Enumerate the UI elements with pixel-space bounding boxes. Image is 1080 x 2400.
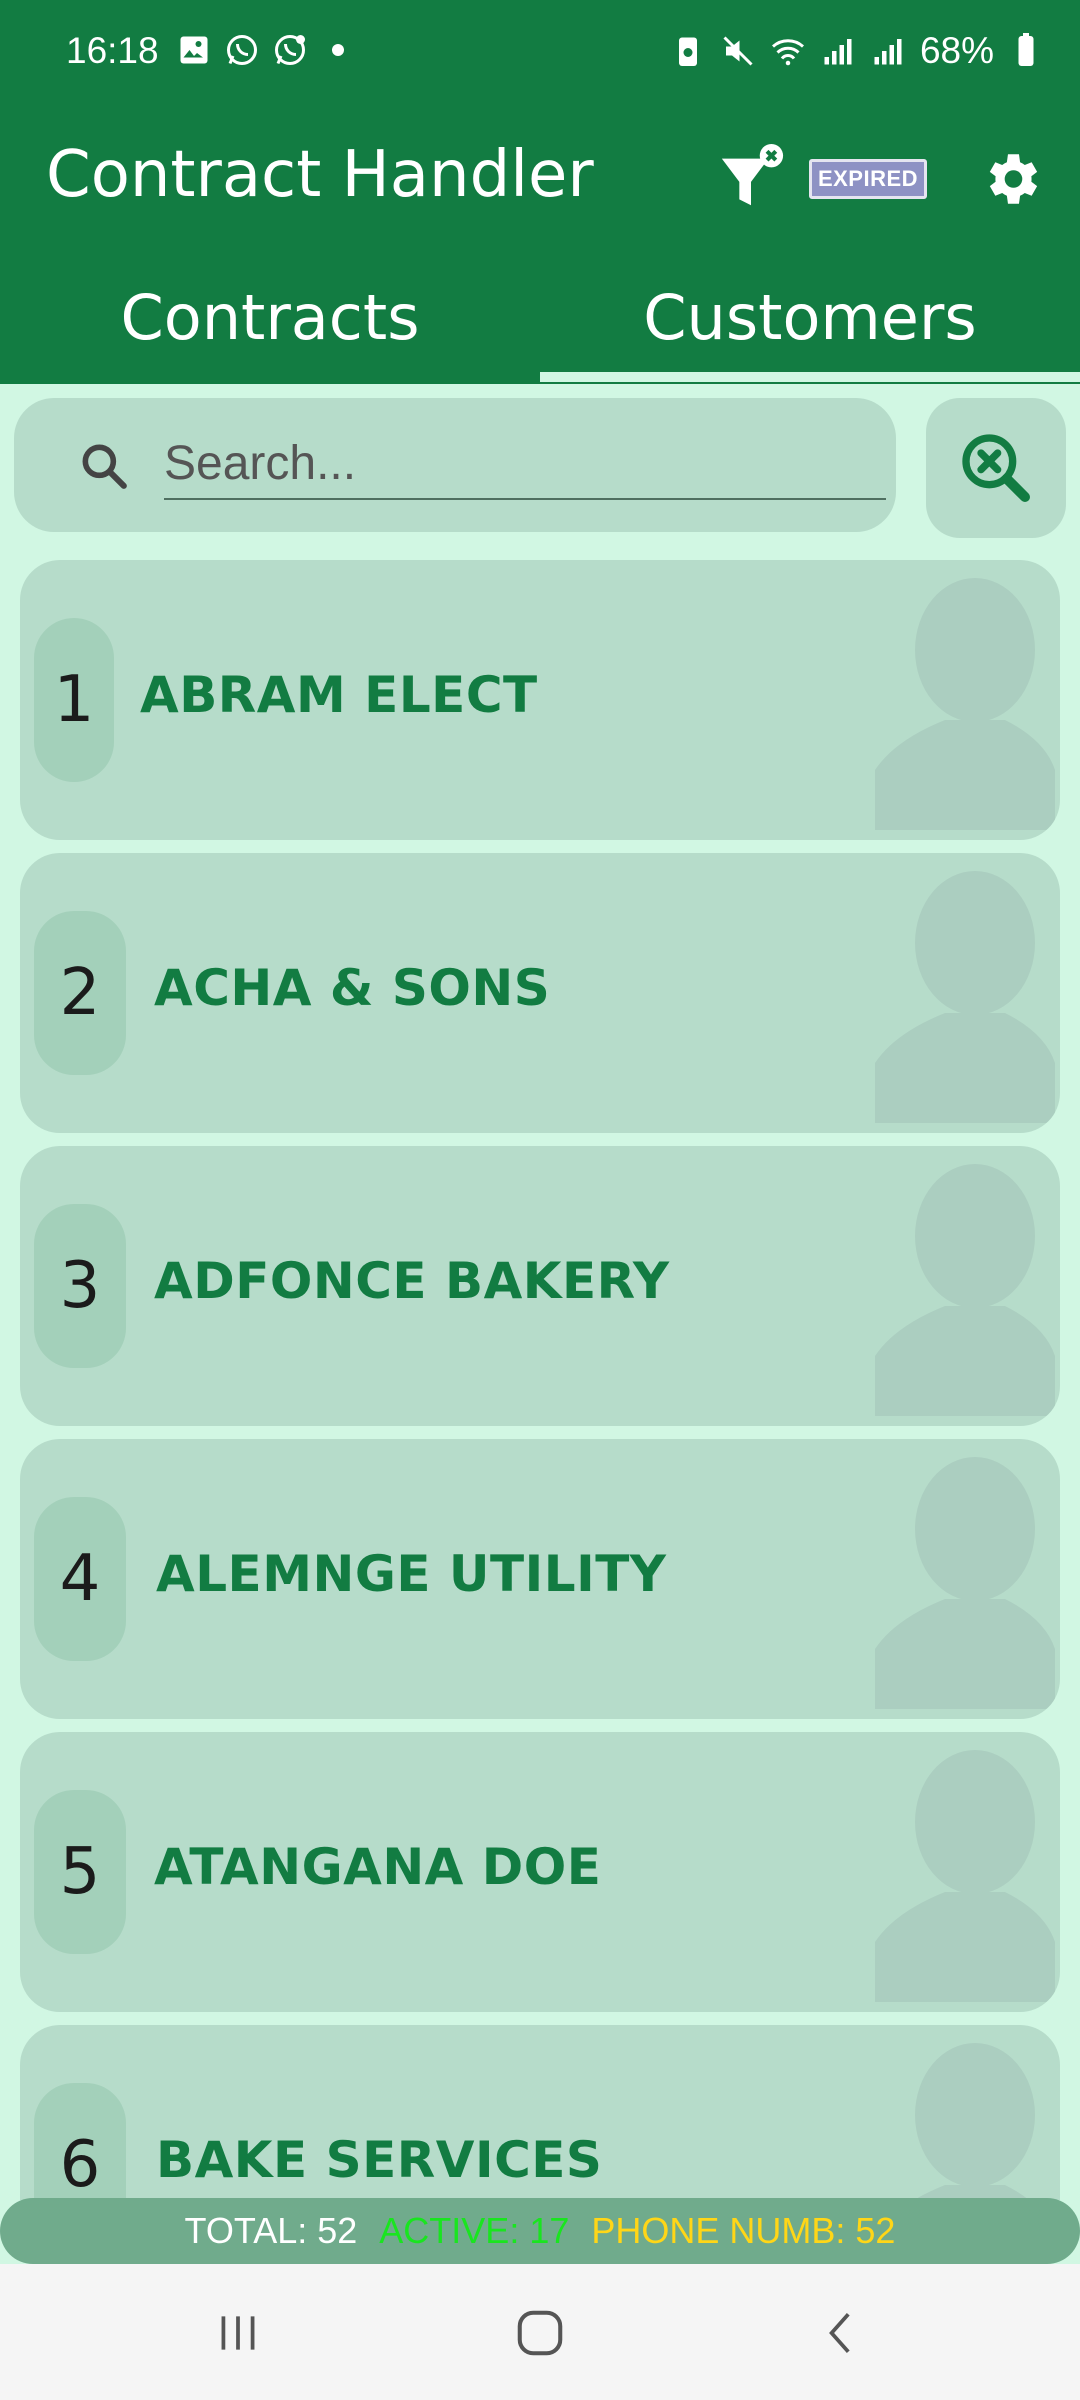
active-count: ACTIVE: 17: [379, 2210, 570, 2251]
app-title: Contract Handler: [46, 138, 594, 212]
home-button[interactable]: [500, 2298, 580, 2368]
customer-card[interactable]: 1 ABRAM ELECT: [20, 560, 1060, 840]
customer-number: 5: [34, 1790, 126, 1954]
whatsapp-business-icon: [275, 35, 305, 65]
customer-card[interactable]: 3 ADFONCE BAKERY: [20, 1146, 1060, 1426]
phone-count: PHONE NUMB: 52: [591, 2210, 896, 2251]
customer-number: 6: [34, 2083, 126, 2200]
customer-number: 3: [34, 1204, 126, 1368]
settings-button[interactable]: [966, 134, 1056, 224]
system-nav-bar: [0, 2264, 1080, 2400]
customer-list: 1 ABRAM ELECT 2 ACHA & SONS 3 ADFONCE BA…: [0, 560, 1080, 2200]
status-time: 16:18: [66, 30, 159, 71]
customer-number: 2: [34, 911, 126, 1075]
customer-name: ATANGANA DOE: [154, 1838, 602, 1896]
expired-badge: EXPIRED: [808, 159, 928, 199]
gallery-icon: [180, 36, 208, 64]
customer-card[interactable]: 4 ALEMNGE UTILITY: [20, 1439, 1060, 1719]
customer-number: 1: [34, 618, 114, 782]
recents-button[interactable]: [198, 2298, 278, 2368]
search-clear-icon: [962, 434, 1030, 502]
avatar-placeholder-icon: [875, 1457, 1055, 1709]
customer-card[interactable]: 5 ATANGANA DOE: [20, 1732, 1060, 2012]
whatsapp-icon: [227, 35, 257, 65]
clear-search-button[interactable]: [926, 398, 1066, 538]
signal-2-icon: [874, 39, 902, 65]
filter-clear-icon: [721, 144, 784, 206]
signal-1-icon: [824, 39, 852, 65]
search-icon: [82, 444, 127, 489]
battery-icon: [1018, 33, 1034, 66]
expired-button[interactable]: EXPIRED: [808, 134, 928, 224]
summary-bar: TOTAL: 52 ACTIVE: 17 PHONE NUMB: 52: [0, 2198, 1080, 2264]
customer-card[interactable]: 2 ACHA & SONS: [20, 853, 1060, 1133]
total-count: TOTAL: 52: [184, 2210, 358, 2251]
customer-name: ALEMNGE UTILITY: [156, 1545, 667, 1603]
tab-customers[interactable]: Customers: [540, 250, 1080, 384]
search-bar: [14, 398, 896, 532]
avatar-placeholder-icon: [875, 871, 1055, 1123]
tab-bar: Contracts Customers: [0, 250, 1080, 384]
customer-name: ACHA & SONS: [154, 959, 551, 1017]
customer-name: ADFONCE BAKERY: [154, 1252, 670, 1310]
tab-indicator: [540, 372, 1080, 382]
search-input[interactable]: [164, 428, 886, 500]
system-icons: 68%: [670, 30, 1044, 72]
tab-contracts[interactable]: Contracts: [0, 250, 540, 384]
back-button[interactable]: [802, 2298, 882, 2368]
status-bar: 16:18 68%: [0, 0, 1080, 108]
tab-customers-label: Customers: [643, 280, 977, 354]
app-bar: Contract Handler EXPIRED: [0, 108, 1080, 250]
avatar-placeholder-icon: [875, 1164, 1055, 1416]
avatar-placeholder-icon: [875, 578, 1055, 830]
battery-saver-icon: [678, 37, 697, 66]
recents-icon: [221, 2316, 255, 2350]
notification-icons: [176, 32, 356, 68]
wifi-icon: [771, 39, 804, 66]
home-icon: [517, 2310, 563, 2356]
avatar-placeholder-icon: [875, 1750, 1055, 2002]
customer-card[interactable]: 6 BAKE SERVICES: [20, 2025, 1060, 2200]
customer-number: 4: [34, 1497, 126, 1661]
mute-icon: [723, 36, 753, 66]
more-notifications-dot-icon: [332, 44, 344, 56]
clear-filter-button[interactable]: [706, 134, 796, 224]
gear-icon: [989, 154, 1038, 204]
tab-contracts-label: Contracts: [120, 280, 420, 354]
customer-name: ABRAM ELECT: [140, 666, 538, 724]
avatar-placeholder-icon: [914, 2043, 1035, 2200]
customer-name: BAKE SERVICES: [156, 2131, 603, 2189]
back-icon: [829, 2313, 850, 2353]
battery-percent: 68%: [919, 30, 994, 71]
